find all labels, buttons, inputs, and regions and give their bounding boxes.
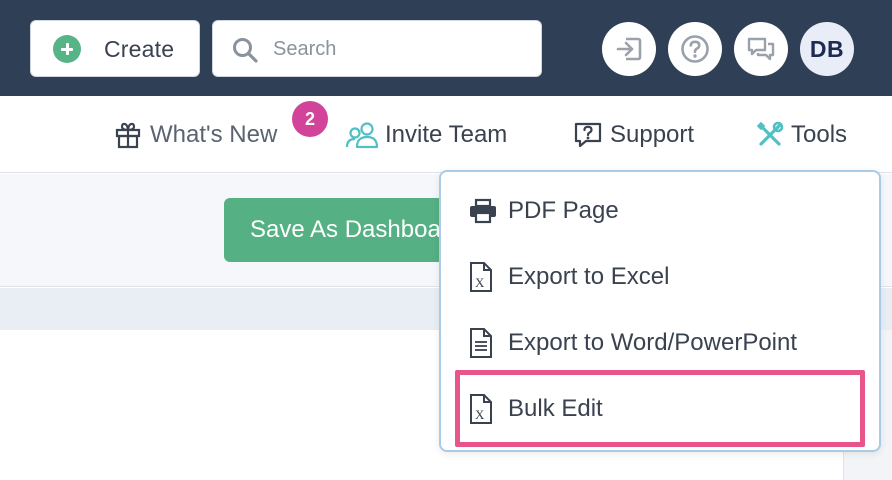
menu-item-label: Export to Excel bbox=[508, 263, 670, 290]
invite-team-link[interactable]: Invite Team bbox=[345, 119, 507, 151]
chat-bubbles-icon bbox=[747, 37, 775, 61]
menu-item-label: PDF Page bbox=[508, 197, 619, 224]
svg-text:X: X bbox=[475, 275, 485, 290]
question-circle-icon bbox=[681, 35, 709, 63]
help-button[interactable] bbox=[668, 22, 722, 76]
sign-in-icon bbox=[616, 37, 642, 61]
whats-new-link[interactable]: What's New bbox=[112, 119, 277, 151]
user-avatar[interactable]: DB bbox=[800, 22, 854, 76]
tools-icon bbox=[756, 121, 784, 146]
create-button-label: Create bbox=[104, 36, 175, 62]
search-icon bbox=[233, 38, 258, 63]
search-input[interactable] bbox=[273, 35, 523, 63]
tools-label: Tools bbox=[791, 121, 848, 148]
menu-item-label: Export to Word/PowerPoint bbox=[508, 329, 798, 356]
menu-item-export-excel[interactable]: X Export to Excel bbox=[468, 257, 669, 297]
support-label: Support bbox=[610, 121, 695, 148]
question-bubble-icon bbox=[574, 122, 602, 148]
users-icon bbox=[345, 122, 379, 149]
printer-icon bbox=[470, 198, 496, 224]
notification-badge: 2 bbox=[292, 101, 328, 137]
bulk-edit-highlight-outline bbox=[455, 370, 865, 447]
support-link[interactable]: Support bbox=[572, 119, 694, 151]
gift-icon bbox=[115, 122, 141, 149]
menu-item-export-word-powerpoint[interactable]: Export to Word/PowerPoint bbox=[468, 323, 797, 363]
sign-in-button[interactable] bbox=[602, 22, 656, 76]
tools-menu-trigger[interactable]: Tools bbox=[755, 119, 847, 151]
excel-file-icon: X bbox=[470, 262, 492, 292]
whats-new-label: What's New bbox=[150, 121, 278, 148]
chat-button[interactable] bbox=[734, 22, 788, 76]
create-button[interactable]: Create bbox=[30, 20, 200, 77]
invite-team-label: Invite Team bbox=[385, 121, 508, 148]
plus-circle-icon bbox=[53, 35, 81, 63]
search-box[interactable] bbox=[212, 20, 542, 77]
menu-item-pdf-page[interactable]: PDF Page bbox=[468, 191, 619, 231]
document-file-icon bbox=[470, 328, 492, 358]
